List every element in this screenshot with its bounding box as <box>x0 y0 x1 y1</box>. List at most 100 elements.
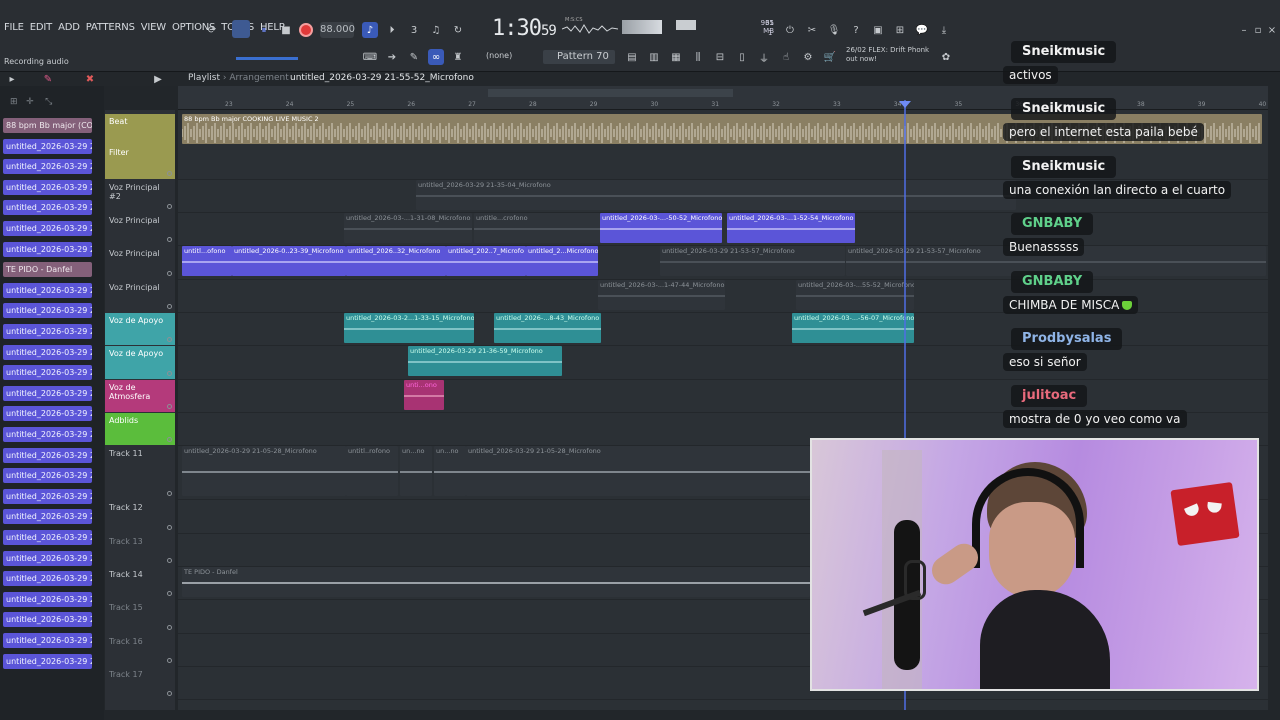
picker-item[interactable]: untitled_2026-03-29 21-... <box>3 427 92 442</box>
audio-clip[interactable]: untitled_2026-03-29 21-05-28_Microfono <box>466 446 810 496</box>
audio-clip[interactable]: unti...ono <box>404 380 444 410</box>
audio-clip[interactable]: untitled_2026-03-...1-31-08_Microfono <box>344 213 472 243</box>
audio-clip[interactable]: untitled_2026-03-...1-52-54_Microfono <box>727 213 855 243</box>
track-header[interactable]: Track 14 <box>105 567 175 599</box>
news-panel[interactable]: 26/02 FLEX: Drift Phonk out now! <box>846 46 929 64</box>
picker-item[interactable]: untitled_2026-03-29 21-... <box>3 571 92 587</box>
track-header[interactable]: Track 16 <box>105 634 175 666</box>
picker-item[interactable]: untitled_2026-03-29 20-... <box>3 200 92 216</box>
master-pitch-slider[interactable] <box>236 57 298 60</box>
track-mute-dot[interactable] <box>167 525 172 530</box>
picker-item[interactable]: untitled_2026-03-29 20-... <box>3 159 92 175</box>
picker-item[interactable]: untitled_2026-03-29 21-... <box>3 653 92 669</box>
menu-edit[interactable]: EDIT <box>30 22 52 33</box>
track-header[interactable]: Beat Filter <box>105 114 175 179</box>
track-mute-dot[interactable] <box>167 271 172 276</box>
picker-item[interactable]: 88 bpm Bb major (CO... <box>3 118 92 133</box>
picker-item[interactable]: untitled_2026-03-29 20-... <box>3 221 92 236</box>
help-icon[interactable]: ? <box>848 22 864 38</box>
audio-clip[interactable]: untitled_2026-03-...-56-07_Microfono <box>792 313 914 343</box>
draw-tool-icon[interactable]: ✎ <box>40 71 56 87</box>
track-header[interactable]: Voz Principal <box>105 246 175 279</box>
audio-clip[interactable]: TE PIDO - Danfel <box>182 567 810 597</box>
save-icon[interactable]: ▣ <box>870 22 886 38</box>
tempo-display[interactable]: 88.000 <box>320 22 355 38</box>
audio-clip[interactable]: untitled_2026-0..23-39_Microfono <box>232 246 346 276</box>
track-header[interactable]: Track 11 <box>105 446 175 499</box>
record-button[interactable] <box>299 23 313 37</box>
plug-icon[interactable]: ⏚ <box>756 49 772 65</box>
picker-item[interactable]: untitled_2026-03-29 21-... <box>3 303 92 319</box>
mixer-icon[interactable]: ⫼ <box>690 49 706 65</box>
picker-item[interactable]: untitled_2026-03-29 21-... <box>3 468 92 484</box>
track-header[interactable]: Voz de Apoyo <box>105 346 175 379</box>
loop-record-icon[interactable]: ↻ <box>450 22 466 38</box>
snap-selector[interactable]: (none) <box>486 51 512 60</box>
song-mode-toggle[interactable] <box>232 20 250 38</box>
pencil-icon[interactable]: ✎ <box>406 49 422 65</box>
download-icon[interactable]: ⤓ <box>936 22 952 38</box>
picker-item[interactable]: untitled_2026-03-29 21-... <box>3 530 92 545</box>
audio-clip[interactable]: untitled_202..7_Microfo <box>446 246 526 276</box>
blend-notes-icon[interactable]: ♫ <box>428 22 444 38</box>
close-icon[interactable]: × <box>1264 22 1280 38</box>
picker-item[interactable]: untitled_2026-03-29 21-... <box>3 447 92 463</box>
stop-icon[interactable]: ■ <box>278 22 294 38</box>
audio-clip[interactable]: untitle...crofono <box>474 213 600 243</box>
menu-add[interactable]: ADD <box>58 22 80 33</box>
countdown-icon[interactable]: 3 <box>406 22 422 38</box>
audio-clip[interactable]: untitled_2026-03-29 21-05-28_Microfono <box>182 446 346 496</box>
track-mute-dot[interactable] <box>167 171 172 176</box>
pause-icon[interactable]: ⏸ <box>256 22 272 38</box>
track-header[interactable]: Track 17 <box>105 667 175 699</box>
cart-icon[interactable]: 🛒 <box>822 49 838 65</box>
picker-item[interactable]: untitled_2026-03-29 20-... <box>3 241 92 257</box>
audio-clip[interactable]: untitled_2026-03-...-50-52_Microfono <box>600 213 722 243</box>
link-icon[interactable]: ∞ <box>428 49 444 65</box>
piano-roll-icon[interactable]: ▥ <box>646 49 662 65</box>
audio-clip[interactable]: untitled_2...Microfono <box>526 246 598 276</box>
picker-item[interactable]: untitled_2026-03-29 20-... <box>3 282 92 298</box>
horizontal-scrollbar[interactable] <box>488 89 733 97</box>
track-mute-dot[interactable] <box>167 625 172 630</box>
playlist-menu-icon[interactable]: ▸ <box>4 71 20 87</box>
audio-clip[interactable]: untitled_2026-03-29 21-36-59_Microfono <box>408 346 562 376</box>
track-mute-dot[interactable] <box>167 558 172 563</box>
track-header[interactable]: Track 12 <box>105 500 175 533</box>
audio-clip[interactable]: untitled_2026-03-29 21-35-04_Microfono <box>416 180 1016 210</box>
menu-patterns[interactable]: PATTERNS <box>86 22 135 33</box>
arrow-icon[interactable]: ➔ <box>384 49 400 65</box>
playlist-icon[interactable]: ▤ <box>624 49 640 65</box>
picker-item[interactable]: untitled_2026-03-29 21-... <box>3 344 92 360</box>
audio-clip[interactable]: untitled_2026-03-29 21-53-57_Microfono <box>660 246 845 276</box>
picker-item[interactable]: untitled_2026-03-29 21-... <box>3 633 92 648</box>
track-header[interactable]: Voz Principal #2 <box>105 180 175 212</box>
chat-icon[interactable]: 💬 <box>914 22 930 38</box>
pattern-selector[interactable]: Pattern 70 <box>543 50 615 64</box>
audio-clip[interactable]: untitl..rofono <box>346 446 398 496</box>
fl-logo-icon[interactable]: ✿ <box>938 49 954 65</box>
refresh-icon[interactable]: ⟳ <box>204 22 220 38</box>
picker-item[interactable]: untitled_2026-03-29 21-... <box>3 365 92 381</box>
playhead-marker[interactable] <box>899 101 911 108</box>
audio-clip[interactable]: untitled_2026-03-...55-52_Microfono <box>796 280 914 310</box>
audio-clip[interactable]: untitled_2026-...8-43_Microfono <box>494 313 601 343</box>
play-tool-icon[interactable]: ▶ <box>150 71 166 87</box>
track-mute-dot[interactable] <box>167 304 172 309</box>
stamp-icon[interactable]: ♜ <box>450 49 466 65</box>
track-header[interactable]: Adblids <box>105 413 175 445</box>
audio-clip[interactable]: untitled_2026-03-2...1-33-15_Microfono <box>344 313 474 343</box>
power-icon[interactable]: ⏻ <box>782 22 798 38</box>
picker-item[interactable]: untitled_2026-03-29 21-... <box>3 550 92 566</box>
track-mute-dot[interactable] <box>167 658 172 663</box>
browser-icon[interactable]: ⊟ <box>712 49 728 65</box>
menu-view[interactable]: VIEW <box>141 22 166 33</box>
track-header[interactable]: Voz de Atmosfera <box>105 380 175 412</box>
microphone-icon[interactable]: 🎙 <box>826 22 842 38</box>
track-header[interactable]: Voz Principal <box>105 280 175 312</box>
picker-item[interactable]: untitled_2026-03-29 21-... <box>3 488 92 504</box>
wrench-icon[interactable]: ⚙ <box>800 49 816 65</box>
track-mute-dot[interactable] <box>167 691 172 696</box>
document-icon[interactable]: ▯ <box>734 49 750 65</box>
track-mute-dot[interactable] <box>167 591 172 596</box>
